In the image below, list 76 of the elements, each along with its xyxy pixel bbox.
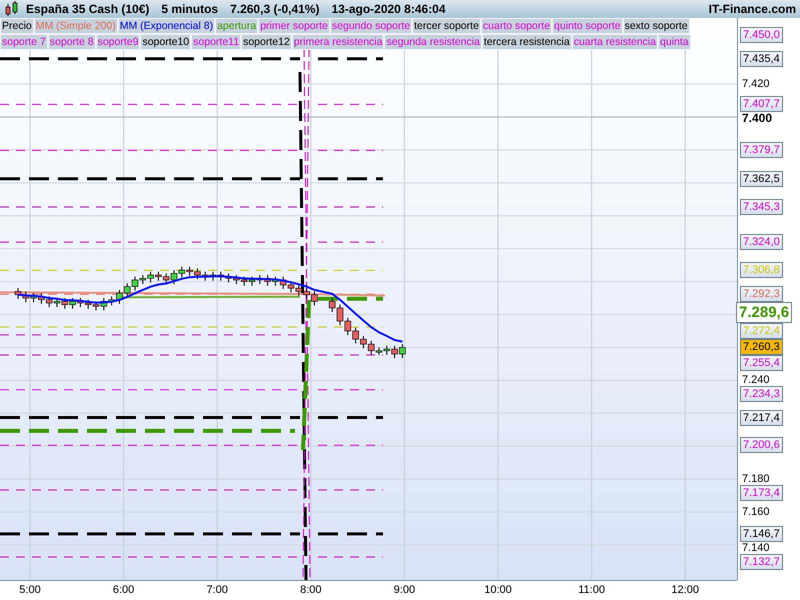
legend-item: apertura [215,18,258,34]
price-label: 7.289,6 [736,302,792,324]
price-label: 7.217,4 [740,410,783,426]
time-label: 9:00 [392,584,416,596]
legend-item: soporte12 [241,34,292,50]
legend-item: MM (Exponencial 8) [118,18,216,34]
level-line [318,532,383,536]
price-label: 7.260,3 [740,339,783,356]
site-name: IT-Finance.com [708,2,796,16]
legend-item: primera resistencia [292,34,384,50]
price-label: 7.234,3 [740,386,783,402]
time-label: 6:00 [112,584,136,596]
price-label: 7.362,5 [740,170,783,187]
level-line [318,177,383,180]
time-label: 5:00 [18,584,42,596]
level-line [318,206,384,208]
level-line [318,296,383,301]
axis-tick-label: 7.160 [742,506,770,518]
axis-tick-label: 7.140 [742,542,770,554]
legend-item: primer soporte [258,18,330,34]
timeframe: 5 minutos [161,2,218,16]
price-label: 7.292,3 [740,286,783,302]
price-label: 7.132,7 [740,554,783,570]
axis-tick-label: 7.240 [742,374,770,386]
timestamp: 13-ago-2020 8:46:04 [331,2,446,16]
level-line [318,416,383,420]
level-line [318,444,384,446]
level-line [318,150,384,151]
legend-item: segunda resistencia [384,34,482,50]
axis-tick-label: 7.180 [742,473,770,486]
candles-icon [4,1,20,17]
legend-item: quinta [658,34,691,50]
price-label: 7.255,4 [740,355,783,372]
price-label: 7.450,0 [740,26,783,43]
legend-item: Precio [0,18,34,34]
legend-item: sexto soporte [622,18,690,34]
legend-item: tercera resistencia [482,34,572,50]
level-line [318,57,383,60]
legend-item: soporte 7 [0,34,48,50]
axis-tick-label: 7.420 [742,78,770,90]
time-label: 7:00 [205,584,229,596]
time-label: 12:00 [670,584,700,596]
price-label: 7.272,4 [740,323,783,340]
level-line [318,389,384,390]
legend-item: segundo soporte [330,18,412,34]
legend-item: cuarta resistencia [572,34,658,50]
level-line [318,354,384,356]
price-label: 7.435,4 [740,50,783,67]
legend-item: cuarto soporte [480,18,552,34]
legend-item: soporte9 [96,34,140,50]
price-label: 7.306,8 [740,262,783,278]
instrument-name: España 35 Cash (10€) [26,2,150,16]
price-label: 7.173,4 [740,485,783,502]
price-label: 7.324,0 [740,234,783,250]
time-label: 8:00 [299,584,322,596]
legend-item: soporte11 [191,34,242,50]
level-line [318,326,384,328]
legend-item: soporte10 [140,34,192,50]
legend-item: quinto soporte [552,18,623,34]
level-line [318,104,384,105]
last-price: 7.260,3 (-0,41%) [230,2,320,16]
price-label: 7.345,3 [740,199,783,216]
price-label: 7.379,7 [740,142,783,158]
legend-item: MM (Simple 200) [34,18,118,34]
time-label: 11:00 [577,584,606,596]
price-label: 7.200,6 [740,437,783,454]
level-line [318,270,384,271]
time-label: 10:00 [483,584,513,596]
price-label: 7.407,7 [740,96,783,112]
legend-item: soporte 8 [48,34,96,50]
axis-tick-label: 7.400 [742,112,772,124]
legend-item: tercer soporte [412,18,481,34]
level-line [318,242,384,243]
level-line [318,489,384,490]
price-label: 7.146,7 [740,526,783,542]
level-line [318,556,384,558]
